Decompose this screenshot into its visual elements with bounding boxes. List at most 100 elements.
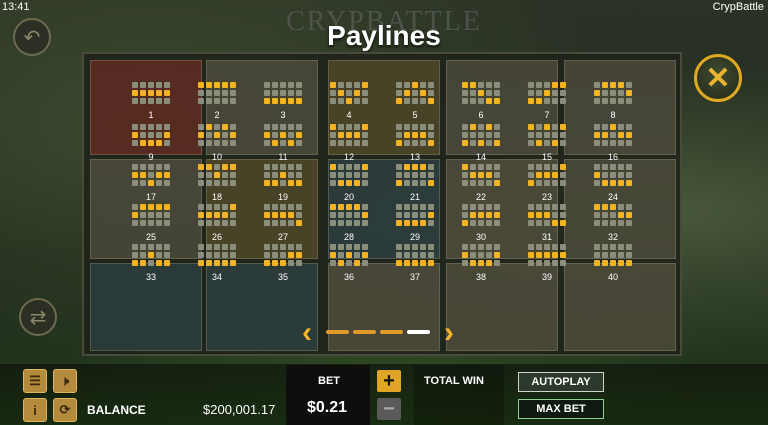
payline-cell — [156, 98, 162, 104]
payline-cell — [552, 220, 558, 226]
next-page-icon[interactable]: › — [444, 318, 454, 348]
payline-cell — [264, 220, 270, 226]
payline-cell — [214, 244, 220, 250]
payline-grid — [198, 164, 236, 186]
payline-cell — [230, 90, 236, 96]
bet-decrease-button[interactable]: − — [377, 398, 401, 420]
info-button[interactable]: i — [23, 398, 47, 422]
payline-cell — [362, 172, 368, 178]
payline-cell — [206, 90, 212, 96]
payline-cell — [420, 90, 426, 96]
payline-cell — [486, 244, 492, 250]
payline-cell — [296, 124, 302, 130]
payline-cell — [626, 90, 632, 96]
payline-cell — [280, 180, 286, 186]
payline-cell — [156, 252, 162, 258]
payline-cell — [462, 244, 468, 250]
payline-cell — [552, 140, 558, 146]
prev-page-icon[interactable]: ‹ — [302, 318, 312, 348]
payline-cell — [164, 244, 170, 250]
payline-cell — [354, 220, 360, 226]
payline-grid — [198, 124, 236, 146]
payline-cell — [396, 204, 402, 210]
payline-cell — [140, 90, 146, 96]
autoplay-button[interactable]: AUTOPLAY — [518, 372, 604, 392]
close-button[interactable]: ✕ — [694, 54, 742, 102]
payline-cell — [198, 260, 204, 266]
payline-cell — [404, 124, 410, 130]
payline-cell — [222, 90, 228, 96]
payline-cell — [354, 204, 360, 210]
payline-cell — [148, 124, 154, 130]
payline-cell — [214, 140, 220, 146]
payline-cell — [618, 90, 624, 96]
payline-cell — [338, 180, 344, 186]
payline-cell — [132, 124, 138, 130]
payline-cell — [478, 172, 484, 178]
payline-cell — [198, 204, 204, 210]
payline-grid — [264, 164, 302, 186]
page-dot[interactable] — [380, 330, 403, 334]
payline-cell — [494, 212, 500, 218]
payline-cell — [156, 244, 162, 250]
payline-cell — [478, 212, 484, 218]
payline-cell — [602, 98, 608, 104]
back-button[interactable]: ↶ — [13, 18, 51, 56]
payline-cell — [132, 252, 138, 258]
swap-button[interactable]: ⇄ — [19, 298, 57, 336]
payline-cell — [230, 98, 236, 104]
page-dot[interactable] — [326, 330, 349, 334]
payline-cell — [222, 82, 228, 88]
payline-cell — [420, 212, 426, 218]
payline-cell — [272, 140, 278, 146]
menu-button[interactable]: ☰ — [23, 369, 47, 393]
payline-cell — [610, 124, 616, 130]
payline-cell — [214, 204, 220, 210]
payline-cell — [618, 212, 624, 218]
payline-cell — [536, 164, 542, 170]
payline-number: 25 — [145, 232, 156, 242]
sound-button[interactable]: 🕨 — [53, 369, 77, 393]
payline-cell — [222, 212, 228, 218]
payline-grid — [198, 244, 236, 266]
payline-cell — [626, 212, 632, 218]
max-bet-button[interactable]: MAX BET — [518, 399, 604, 419]
payline-cell — [470, 124, 476, 130]
payline-cell — [626, 180, 632, 186]
payline-number: 7 — [544, 110, 550, 120]
payline-number: 13 — [409, 152, 420, 162]
payline-cell — [222, 164, 228, 170]
payline-cell — [346, 260, 352, 266]
payline-cell — [140, 82, 146, 88]
payline-cell — [528, 204, 534, 210]
payline-cell — [478, 252, 484, 258]
payline-cell — [346, 140, 352, 146]
payline-grid — [528, 124, 566, 146]
payline-cell — [148, 132, 154, 138]
payline-cell — [222, 98, 228, 104]
payline-cell — [602, 204, 608, 210]
history-button[interactable]: ⟳ — [53, 398, 77, 422]
payline-cell — [222, 252, 228, 258]
payline-cell — [428, 164, 434, 170]
payline-cell — [264, 90, 270, 96]
payline-cell — [148, 164, 154, 170]
payline-cell — [602, 244, 608, 250]
payline-cell — [626, 244, 632, 250]
page-dot[interactable] — [407, 330, 430, 334]
payline-cell — [544, 90, 550, 96]
payline-cell — [594, 90, 600, 96]
bet-increase-button[interactable]: + — [377, 370, 401, 392]
payline-cell — [156, 180, 162, 186]
payline-cell — [156, 164, 162, 170]
history-icon: ⟳ — [59, 402, 71, 417]
payline-number: 24 — [607, 192, 618, 202]
payline-cell — [164, 140, 170, 146]
payline-cell — [346, 164, 352, 170]
payline-cell — [404, 132, 410, 138]
page-dot[interactable] — [353, 330, 376, 334]
payline-cell — [470, 164, 476, 170]
payline-cell — [164, 132, 170, 138]
payline-cell — [536, 212, 542, 218]
payline-cell — [528, 90, 534, 96]
